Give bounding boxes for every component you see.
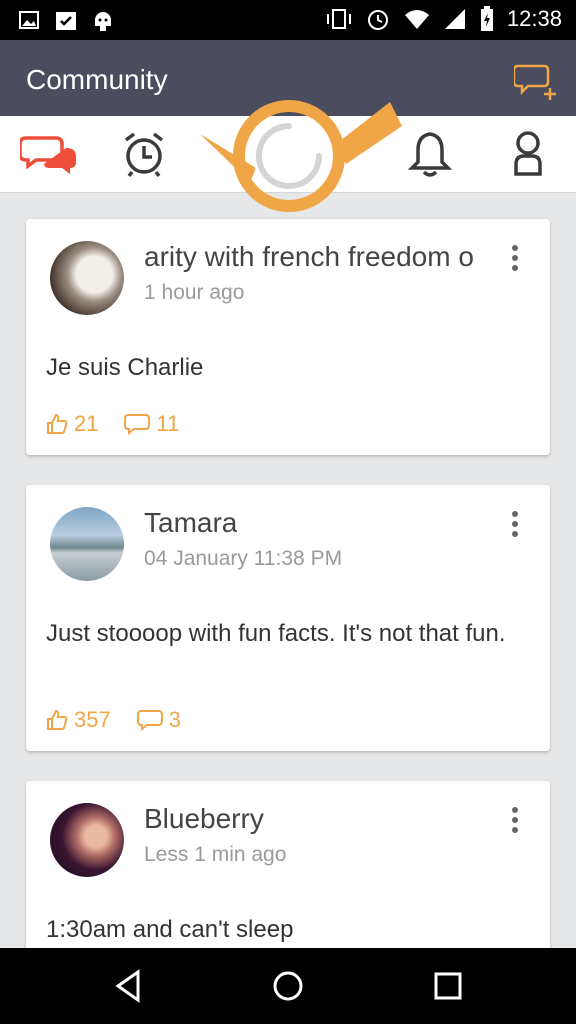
post-stats: 357 3 <box>46 707 181 733</box>
person-icon <box>514 131 542 176</box>
chat-bubbles-icon <box>20 136 76 174</box>
more-options-icon[interactable] <box>510 245 520 275</box>
wifi-icon <box>404 10 429 29</box>
alarm-clock-icon <box>124 132 164 178</box>
post-author[interactable]: arity with french freedom o <box>144 241 494 273</box>
post-time: Less 1 min ago <box>144 843 287 866</box>
post-stats: 21 11 <box>46 411 179 437</box>
thumbs-up-icon <box>47 709 68 730</box>
more-options-icon[interactable] <box>510 511 520 541</box>
post-time: 1 hour ago <box>144 281 245 304</box>
comment-count: 3 <box>168 707 181 732</box>
home-icon[interactable] <box>268 966 308 1006</box>
like-button[interactable]: 21 <box>46 411 98 437</box>
thumbs-up-icon <box>47 413 68 434</box>
tab-chat[interactable] <box>20 130 76 178</box>
post-time: 04 January 11:38 PM <box>144 547 343 570</box>
image-icon <box>19 11 39 29</box>
comment-button[interactable]: 3 <box>136 707 181 733</box>
post-card[interactable]: Blueberry Less 1 min ago 1:30am and can'… <box>26 781 550 948</box>
android-icon <box>95 12 111 31</box>
post-card[interactable]: arity with french freedom o 1 hour ago J… <box>26 219 550 455</box>
post-author[interactable]: Blueberry <box>144 803 264 835</box>
vibrate-icon <box>326 9 351 29</box>
signal-icon <box>444 9 465 29</box>
clock-time: 12:38 <box>506 6 562 31</box>
avatar[interactable] <box>50 241 124 315</box>
avatar[interactable] <box>50 803 124 877</box>
comment-count: 11 <box>156 411 180 436</box>
system-nav-bar <box>0 948 576 1024</box>
back-icon[interactable] <box>108 966 148 1006</box>
tab-profile[interactable] <box>500 130 556 178</box>
new-chat-icon[interactable] <box>514 60 558 100</box>
status-bar: 12:38 <box>0 0 576 40</box>
post-card[interactable]: Tamara 04 January 11:38 PM Just stoooop … <box>26 485 550 751</box>
tab-alarm[interactable] <box>116 130 172 178</box>
post-body: Je suis Charlie <box>46 354 204 381</box>
post-feed[interactable]: arity with french freedom o 1 hour ago J… <box>0 192 576 948</box>
alarm-icon <box>367 10 388 30</box>
bell-icon <box>408 132 452 177</box>
like-count: 357 <box>74 707 111 732</box>
like-button[interactable]: 357 <box>46 707 111 733</box>
post-body: Just stoooop with fun facts. It's not th… <box>46 620 506 647</box>
comment-button[interactable]: 11 <box>124 411 179 437</box>
comment-icon <box>124 414 151 435</box>
recents-icon[interactable] <box>428 966 468 1006</box>
more-options-icon[interactable] <box>510 807 520 837</box>
post-body: 1:30am and can't sleep <box>46 916 294 943</box>
post-author[interactable]: Tamara <box>144 507 237 539</box>
like-count: 21 <box>74 411 99 436</box>
clipboard-check-icon <box>56 12 76 30</box>
battery-charging-icon <box>480 6 493 31</box>
comment-icon <box>136 710 163 731</box>
tab-notifications[interactable] <box>402 130 458 178</box>
avatar[interactable] <box>50 507 124 581</box>
page-title: Community <box>26 64 168 95</box>
